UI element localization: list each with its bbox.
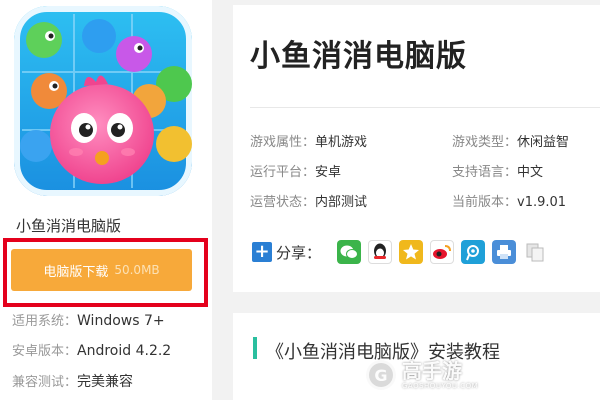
qzone-icon[interactable] [399, 240, 424, 264]
meta-compat: 兼容测试：完美兼容 [12, 371, 133, 391]
section-marker [253, 337, 257, 359]
info-panel: 小鱼消消电脑版 游戏属性：单机游戏 游戏类型：休闲益智 运行平台：安卓 支持语言… [233, 5, 600, 292]
left-panel: 小鱼消消电脑版 电脑版下载 50.0MB 适用系统：Windows 7+ 安卓版… [0, 0, 212, 400]
meta-android: 安卓版本：Android 4.2.2 [12, 340, 171, 359]
attr-status: 运营状态：内部测试 [250, 191, 367, 210]
app-name: 小鱼消消电脑版 [16, 217, 122, 235]
qq-icon[interactable] [368, 240, 393, 264]
wechat-icon[interactable] [337, 240, 362, 264]
attr-value: 中文 [517, 165, 544, 180]
attr-value: 休闲益智 [517, 135, 570, 150]
attr-language: 支持语言：中文 [452, 161, 543, 180]
attr-key: 游戏属性： [250, 135, 316, 150]
attr-value: 安卓 [315, 165, 342, 180]
attr-version: 当前版本：v1.9.01 [452, 191, 566, 210]
meta-value: Windows 7+ [77, 313, 165, 329]
attr-value: 单机游戏 [315, 135, 368, 150]
meta-value: 完美兼容 [77, 374, 134, 390]
attr-platform: 运行平台：安卓 [250, 161, 341, 180]
attr-value: v1.9.01 [517, 195, 567, 210]
download-label: 电脑版下载 [43, 264, 109, 280]
attr-key: 运行平台： [250, 165, 316, 180]
watermark: G 高手游 GAOSHOUYOU.COM [366, 355, 488, 395]
tencent-weibo-icon[interactable] [461, 240, 486, 264]
attr-key: 支持语言： [452, 165, 518, 180]
download-size: 50.0MB [114, 263, 160, 277]
download-button[interactable]: 电脑版下载 50.0MB [11, 249, 192, 291]
attr-key: 游戏类型： [452, 135, 518, 150]
plus-icon[interactable]: + [252, 242, 272, 262]
attr-value: 内部测试 [315, 195, 368, 210]
watermark-domain: GAOSHOUYOU.COM [402, 382, 479, 390]
share-label: 分享： [276, 243, 322, 262]
divider [250, 107, 600, 108]
attr-game-property: 游戏属性：单机游戏 [250, 131, 367, 150]
attr-game-type: 游戏类型：休闲益智 [452, 131, 569, 150]
watermark-logo-icon: G [366, 360, 396, 390]
watermark-brand: 高手游 [402, 359, 462, 383]
meta-value: Android 4.2.2 [77, 343, 172, 359]
attr-key: 运营状态： [250, 195, 316, 210]
meta-key: 兼容测试： [12, 375, 78, 390]
share-bar: + 分享： [252, 239, 554, 265]
copy-icon[interactable] [523, 240, 547, 264]
meta-system: 适用系统：Windows 7+ [12, 310, 165, 329]
meta-key: 适用系统： [12, 314, 78, 329]
app-icon[interactable] [14, 6, 192, 196]
meta-key: 安卓版本： [12, 344, 78, 359]
print-icon[interactable] [492, 240, 517, 264]
weibo-icon[interactable] [430, 240, 455, 264]
page-title: 小鱼消消电脑版 [250, 39, 467, 74]
attr-key: 当前版本： [452, 195, 518, 210]
